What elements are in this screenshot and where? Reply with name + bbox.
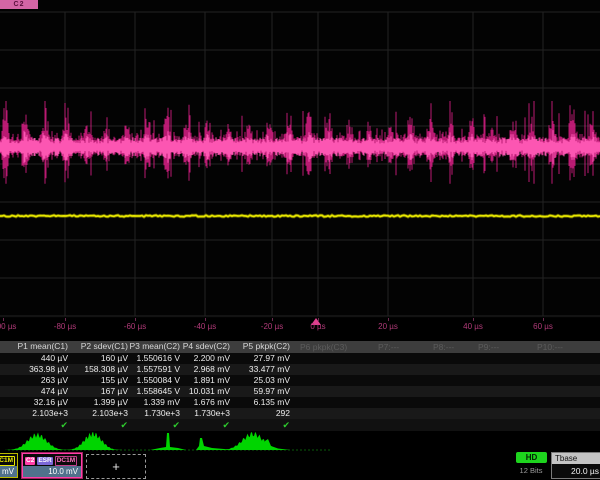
measure-table-header: P1 mean(C1)P2 sdev(C1)P3 mean(C2)P4 sdev… (0, 341, 600, 353)
axis-tick (318, 318, 319, 321)
time-axis-label: 60 µs (533, 322, 553, 331)
c2-vertical-scale: 10.0 mV (23, 466, 81, 477)
axis-tick (3, 318, 4, 321)
channel-badge[interactable]: C2 (0, 0, 38, 9)
histicon-p3[interactable] (150, 433, 186, 450)
c1-coupling-badge: DC1M (0, 456, 15, 466)
waveform-display[interactable]: C2 (0, 0, 600, 318)
measure-row: 2.103e+32.103e+31.730e+31.730e+3292 (0, 408, 600, 419)
time-axis-label: 0 µs (310, 322, 325, 331)
c1-vertical-scale: 0 mV (0, 466, 17, 477)
time-axis-label: -40 µs (194, 322, 216, 331)
measure-cell: 292 (226, 408, 290, 419)
c2-esr-badge: ESR (37, 457, 52, 465)
measure-row: 263 µV155 µV1.550084 V1.891 mV25.03 mV (0, 375, 600, 386)
descriptor-bar: DC1M 0 mV C2 ESR DC1M 10.0 mV + HD 12 Bi… (0, 452, 600, 480)
axis-tick (135, 318, 136, 321)
c2-coupling-badge: DC1M (55, 456, 77, 466)
param-header-inactive-9[interactable]: P9:--- (478, 341, 499, 353)
param-header-inactive-8[interactable]: P8:--- (433, 341, 454, 353)
axis-tick (543, 318, 544, 321)
measure-cell: 6.135 mV (226, 397, 290, 408)
hd-mode-badge[interactable]: HD (516, 452, 547, 463)
measure-cell: 2.968 mV (166, 364, 230, 375)
histicon-graphics (0, 432, 600, 452)
measure-table-rows: 440 µV160 µV1.550616 V2.200 mV27.97 mV36… (0, 353, 600, 419)
measure-cell: 59.97 mV (226, 386, 290, 397)
time-axis-label: 40 µs (463, 322, 483, 331)
time-axis-label: -20 µs (261, 322, 283, 331)
histicon-p4[interactable] (196, 438, 232, 450)
time-axis-label: 20 µs (378, 322, 398, 331)
param-header-5[interactable]: P5 pkpk(C2) (226, 341, 290, 352)
measure-table: P1 mean(C1)P2 sdev(C1)P3 mean(C2)P4 sdev… (0, 341, 600, 432)
histicon-p1[interactable] (5, 432, 69, 450)
timebase-descriptor-box[interactable]: Tbase 20.0 µs (551, 452, 600, 479)
oscilloscope-screen: C2 -100 µs -80 µs -60 µs -40 µs -20 µs 0 µs 20… (0, 0, 600, 480)
axis-tick (388, 318, 389, 321)
time-axis-label: -80 µs (54, 322, 76, 331)
measure-cell: 32.16 µV (4, 397, 68, 408)
c2-channel-badge: C2 (25, 457, 35, 465)
measure-cell: 2.200 mV (166, 353, 230, 364)
measure-row: 32.16 µV1.399 µV1.339 mV1.676 mV6.135 mV (0, 397, 600, 408)
time-axis-label: -100 µs (0, 322, 16, 331)
measure-cell: 25.03 mV (226, 375, 290, 386)
timebase-label: Tbase (552, 453, 600, 464)
status-check-icon: ✔ (166, 419, 230, 431)
measure-cell: 263 µV (4, 375, 68, 386)
timebase-value: 20.0 µs (552, 464, 600, 478)
measure-cell: 10.031 mV (166, 386, 230, 397)
measure-cell: 2.103e+3 (4, 408, 68, 419)
axis-tick (65, 318, 66, 321)
add-trace-button[interactable]: + (86, 454, 146, 479)
c1-descriptor-box[interactable]: DC1M 0 mV (0, 453, 18, 478)
axis-tick (473, 318, 474, 321)
measure-row: 474 µV167 µV1.558645 V10.031 mV59.97 mV (0, 386, 600, 397)
measure-status-row: ✔✔✔✔✔ (0, 419, 600, 431)
param-header-inactive-6[interactable]: P6 pkpk(C3) (300, 341, 347, 353)
measure-cell: 1.891 mV (166, 375, 230, 386)
status-check-icon: ✔ (226, 419, 290, 431)
measure-cell: 1.730e+3 (166, 408, 230, 419)
measure-cell: 33.477 mV (226, 364, 290, 375)
measure-row: 440 µV160 µV1.550616 V2.200 mV27.97 mV (0, 353, 600, 364)
axis-tick (205, 318, 206, 321)
measure-cell: 440 µV (4, 353, 68, 364)
hd-bits-label: 12 Bits (511, 466, 551, 475)
histicon-strip[interactable] (0, 432, 600, 452)
measure-cell: 27.97 mV (226, 353, 290, 364)
param-header-1[interactable]: P1 mean(C1) (4, 341, 68, 352)
measure-cell: 474 µV (4, 386, 68, 397)
time-axis: -100 µs -80 µs -60 µs -40 µs -20 µs 0 µs 20 µs… (0, 318, 600, 334)
c2-descriptor-box[interactable]: C2 ESR DC1M 10.0 mV (22, 453, 82, 478)
param-header-inactive-7[interactable]: P7:--- (378, 341, 399, 353)
axis-tick (272, 318, 273, 321)
measure-cell: 1.676 mV (166, 397, 230, 408)
param-header-inactive-10[interactable]: P10:--- (537, 341, 563, 353)
time-axis-label: -60 µs (124, 322, 146, 331)
histicon-p5[interactable] (218, 432, 288, 450)
histicon-p2[interactable] (64, 432, 122, 450)
measure-cell: 363.98 µV (4, 364, 68, 375)
status-check-icon: ✔ (4, 419, 68, 431)
param-header-4[interactable]: P4 sdev(C2) (166, 341, 230, 352)
measure-row: 363.98 µV158.308 µV1.557591 V2.968 mV33.… (0, 364, 600, 375)
graticule-and-traces (0, 0, 600, 318)
